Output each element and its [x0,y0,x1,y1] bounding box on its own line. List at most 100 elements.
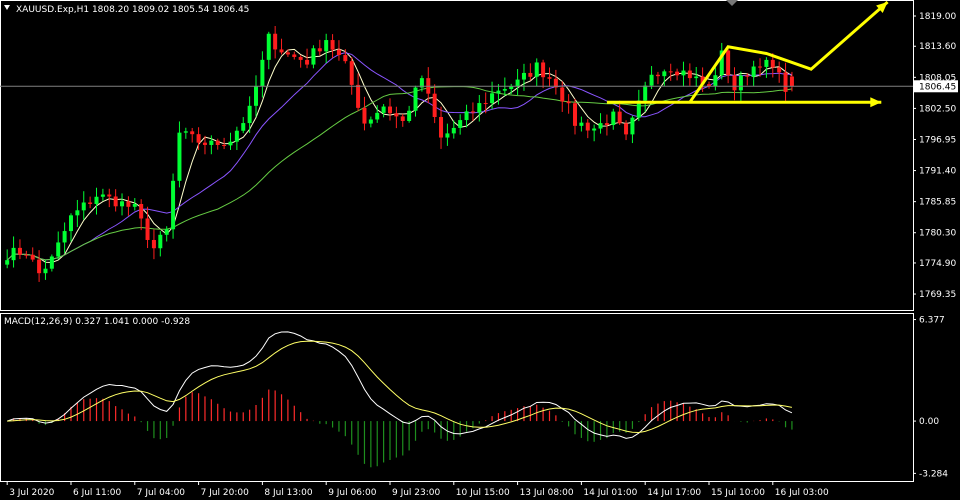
candle-body [579,122,584,126]
candle-body [681,70,686,76]
candle-body [604,123,609,125]
candle-body [477,103,482,113]
candle-body [598,123,603,129]
candle-body [209,140,214,145]
candle-body [617,111,622,124]
trading-chart[interactable]: XAUUSD.Exp,H1 1808.20 1809.02 1805.54 18… [0,0,960,500]
candle-body [190,131,195,135]
price-tick-label: 1802.50 [919,104,956,114]
candle-body [279,49,284,53]
candle-body [139,203,144,219]
candle-body [738,75,743,91]
main-title: XAUUSD.Exp,H1 1808.20 1809.02 1805.54 18… [16,5,249,15]
candle-body [30,254,35,260]
candle-body [464,111,469,121]
candle-body [381,106,386,113]
candle-body [547,77,552,79]
time-tick-label: 13 Jul 08:00 [520,488,574,498]
current-price-label: 1806.45 [919,82,956,92]
candle-body [158,234,163,249]
candle-body [183,131,188,133]
candle-body [11,247,16,261]
candle-body [177,132,182,181]
candle-body [770,59,775,68]
candle-body [668,71,673,73]
candle-body [317,48,322,52]
price-tick-label: 1780.30 [919,229,956,239]
candle-body [107,194,112,197]
candle-body [228,141,233,146]
candle-body [368,119,373,124]
candle-body [458,120,463,128]
macd-tick-label: 6.377 [919,316,945,326]
macd-tick-label: -3.284 [919,469,948,479]
candle-body [196,134,201,143]
candle-body [292,54,297,57]
candle-body [88,202,93,204]
candle-body [17,247,22,255]
candle-body [260,59,265,87]
candle-body [560,87,565,102]
candle-body [630,117,635,135]
time-tick-label: 10 Jul 15:00 [456,488,510,498]
candle-body [528,72,533,77]
candle-body [336,49,341,56]
candle-body [687,70,692,79]
candle-body [254,86,259,106]
time-tick-label: 14 Jul 17:00 [647,488,701,498]
candle [171,173,176,239]
candle-body [694,76,699,79]
candle-body [585,122,590,131]
price-tick-label: 1769.35 [919,290,956,300]
candle-body [726,50,731,76]
price-tick-label: 1796.95 [919,135,956,145]
candle-body [241,123,246,131]
time-tick-label: 7 Jul 20:00 [201,488,250,498]
candle-body [5,260,10,265]
candle-body [343,55,348,62]
time-tick-label: 9 Jul 06:00 [328,488,377,498]
candle-body [624,123,629,135]
candle-body [407,110,412,121]
candle-body [222,145,227,146]
candle-body [324,40,329,52]
candle-body [502,89,507,91]
candle-body [758,66,763,68]
candle-body [311,48,316,65]
candle-body [541,62,546,78]
candle-body [120,201,125,207]
candle-body [202,142,207,145]
candle-body [515,79,520,87]
time-tick-label: 6 Jul 11:00 [73,488,122,498]
time-tick-label: 7 Jul 04:00 [137,488,186,498]
candle-body [37,259,42,274]
price-tick-label: 1785.85 [919,198,956,208]
candle-body [439,117,444,138]
candle-body [413,87,418,111]
candle-body [655,74,660,77]
candle-body [751,66,756,77]
candle-body [75,210,80,216]
candle-body [81,202,86,211]
candle-body [330,40,335,50]
candle-body [164,229,169,235]
time-tick-label: 14 Jul 01:00 [583,488,637,498]
candle-body [783,72,788,92]
candle-body [745,75,750,77]
candle-body [521,72,526,80]
candle-body [496,90,501,94]
time-tick-label: 9 Jul 23:00 [392,488,441,498]
candle-body [145,218,150,240]
price-tick-label: 1813.60 [919,42,956,52]
candle-body [362,107,367,124]
candle-body [649,74,654,86]
candle-body [266,33,271,60]
candle-body [247,105,252,124]
candle-body [777,67,782,73]
candle-body [573,103,578,126]
candle-body [375,112,380,120]
time-tick-label: 8 Jul 13:00 [264,488,313,498]
candle-body [534,62,539,77]
candle-body [94,196,99,204]
price-tick-label: 1774.90 [919,259,956,269]
